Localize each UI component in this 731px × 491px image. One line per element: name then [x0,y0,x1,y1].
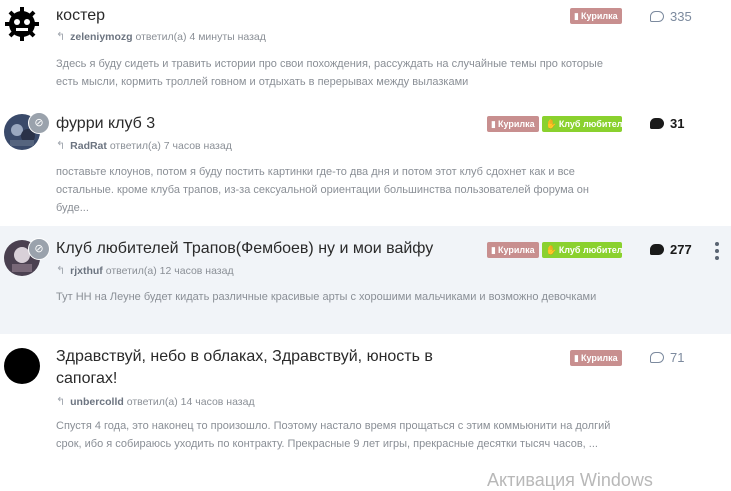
comment-bubble-icon [650,352,664,363]
topic-meta: ↰ unbercolld ответил(а) 14 часов назад [56,395,255,408]
topic-title[interactable]: фурри клуб 3 [56,113,155,135]
comment-bubble-icon [650,244,664,255]
tag-label: Курилка [497,245,535,255]
windows-activation-watermark: Активация Windows [487,470,653,490]
tag-label: Клуб любителей [558,119,622,129]
tag-label: Курилка [580,11,618,21]
tag-club[interactable]: ✋ Клуб любителей [541,116,622,132]
last-reply-user[interactable]: rjxthuf [70,265,103,277]
reply-time: 12 часов назад [159,265,234,277]
reply-action: ответил(а) [105,265,157,277]
topic-tags: ▮ Курилка ✋ Клуб любителей [487,116,622,132]
reply-action: ответил(а) [109,140,161,152]
topic-row[interactable]: ⊘ Клуб любителей Трапов(Фембоев) ну и мо… [0,226,731,334]
reply-count[interactable]: 31 [650,116,684,131]
comment-bubble-icon [650,118,664,129]
muted-icon: ⊘ [28,238,50,260]
reply-count-value: 335 [670,9,692,24]
avatar[interactable]: ⊘ [4,238,50,276]
tag-club[interactable]: ✋ Клуб любителей [541,242,622,258]
topic-title[interactable]: костер [56,5,105,27]
tag-icon: ▮ [491,118,496,129]
last-reply-user[interactable]: RadRat [70,140,107,152]
tag-kurilka[interactable]: ▮ Курилка [570,8,622,24]
topic-meta: ↰ zeleniymozg ответил(а) 4 минуты назад [56,30,266,43]
reply-action: ответил(а) [126,396,178,408]
topic-title[interactable]: Здравствуй, небо в облаках, Здравствуй, … [56,346,436,390]
topic-meta: ↰ rjxthuf ответил(а) 12 часов назад [56,264,234,277]
tag-kurilka[interactable]: ▮ Курилка [487,116,539,132]
topic-meta: ↰ RadRat ответил(а) 7 часов назад [56,139,232,152]
topic-row[interactable]: ⊘ фурри клуб 3 ↰ RadRat ответил(а) 7 час… [0,108,731,226]
last-reply-user[interactable]: unbercolld [70,396,124,408]
reply-count[interactable]: 335 [650,9,692,24]
tag-label: Клуб любителей [558,245,622,255]
topic-excerpt: Здесь я буду сидеть и травить истории пр… [56,58,603,88]
topic-tags: ▮ Курилка [570,350,622,366]
reply-count-value: 71 [670,350,685,365]
comment-bubble-icon [650,11,664,22]
avatar[interactable] [4,6,40,42]
reply-arrow-icon: ↰ [56,140,66,152]
reply-arrow-icon: ↰ [56,31,66,43]
reply-count[interactable]: 277 [650,242,692,257]
reply-count-value: 277 [670,242,692,257]
reply-time: 14 часов назад [180,396,255,408]
hand-icon: ✋ [545,244,557,255]
topic-tags: ▮ Курилка ✋ Клуб любителей [487,242,622,258]
avatar[interactable]: ⊘ [4,112,50,150]
reply-action: ответил(а) [135,31,187,43]
avatar[interactable] [4,348,40,384]
muted-icon: ⊘ [28,112,50,134]
tag-kurilka[interactable]: ▮ Курилка [487,242,539,258]
tag-label: Курилка [580,353,618,363]
reply-count-value: 31 [670,116,685,131]
reply-arrow-icon: ↰ [56,396,66,408]
hand-icon: ✋ [545,118,557,129]
topic-excerpt: Спустя 4 года, это наконец то произошло.… [56,420,611,450]
gear-skull-avatar-icon [5,7,39,41]
tag-icon: ▮ [491,244,496,255]
reply-time: 7 часов назад [163,140,232,152]
tag-icon: ▮ [574,352,579,363]
tag-label: Курилка [497,119,535,129]
reply-time: 4 минуты назад [189,31,266,43]
topic-tags: ▮ Курилка [570,8,622,24]
reply-arrow-icon: ↰ [56,265,66,277]
topic-row[interactable]: костер ↰ zeleniymozg ответил(а) 4 минуты… [0,0,731,108]
tag-icon: ▮ [574,10,579,21]
topic-title[interactable]: Клуб любителей Трапов(Фембоев) ну и мои … [56,238,433,260]
topic-row[interactable]: Здравствуй, небо в облаках, Здравствуй, … [0,334,731,489]
more-vertical-icon[interactable] [714,242,720,260]
last-reply-user[interactable]: zeleniymozg [70,31,132,43]
reply-count[interactable]: 71 [650,350,684,365]
topic-excerpt: Тут НН на Леуне будет кидать различные к… [56,291,597,303]
topic-excerpt: поставьте клоунов, потом я буду постить … [56,166,589,214]
tag-kurilka[interactable]: ▮ Курилка [570,350,622,366]
